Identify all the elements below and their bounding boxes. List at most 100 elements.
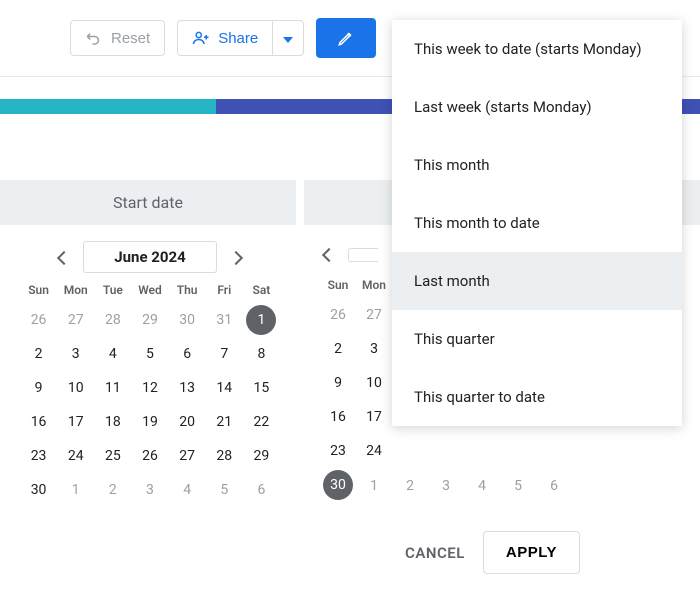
day-cell[interactable]: 14 — [206, 373, 243, 403]
dow-cell: Mon — [57, 283, 94, 297]
day-cell[interactable]: 10 — [356, 368, 392, 398]
month-select-right[interactable] — [348, 248, 378, 262]
day-cell[interactable]: 5 — [131, 339, 168, 369]
day-cell[interactable]: 20 — [169, 407, 206, 437]
day-cell[interactable]: 5 — [206, 475, 243, 505]
day-cell[interactable]: 6 — [536, 471, 572, 501]
caret-down-icon — [283, 30, 293, 47]
reset-button[interactable]: Reset — [70, 20, 165, 56]
day-cell[interactable]: 6 — [243, 475, 280, 505]
day-cell[interactable]: 12 — [131, 373, 168, 403]
day-cell[interactable]: 16 — [20, 407, 57, 437]
day-cell[interactable]: 25 — [94, 441, 131, 471]
dow-cell: Fri — [206, 283, 243, 297]
share-button[interactable]: Share — [177, 20, 273, 56]
day-cell[interactable]: 30 — [169, 305, 206, 335]
person-add-icon — [192, 29, 210, 47]
day-cell[interactable]: 26 — [320, 300, 356, 330]
day-cell[interactable]: 8 — [243, 339, 280, 369]
day-cell[interactable]: 2 — [20, 339, 57, 369]
day-cell[interactable]: 28 — [94, 305, 131, 335]
preset-menu-item[interactable]: This month — [392, 136, 682, 194]
preset-menu-item[interactable]: This week to date (starts Monday) — [392, 20, 682, 78]
day-cell[interactable]: 17 — [57, 407, 94, 437]
day-cell[interactable]: 9 — [320, 368, 356, 398]
preset-menu-item[interactable]: This quarter to date — [392, 368, 682, 426]
prev-month-left[interactable] — [55, 244, 73, 271]
day-cell[interactable]: 3 — [428, 471, 464, 501]
reset-label: Reset — [111, 30, 150, 47]
day-cell[interactable]: 2 — [320, 334, 356, 364]
day-cell[interactable]: 4 — [94, 339, 131, 369]
share-button-group: Share — [177, 20, 304, 56]
day-cell[interactable]: 29 — [243, 441, 280, 471]
preset-menu-item[interactable]: This quarter — [392, 310, 682, 368]
dow-cell: Thu — [169, 283, 206, 297]
day-cell[interactable]: 22 — [243, 407, 280, 437]
prev-month-right[interactable] — [320, 241, 338, 268]
day-cell[interactable]: 24 — [57, 441, 94, 471]
band-teal — [0, 99, 216, 114]
picker-actions: CANCEL APPLY — [0, 501, 700, 574]
day-cell[interactable]: 21 — [206, 407, 243, 437]
day-cell[interactable]: 2 — [94, 475, 131, 505]
day-cell[interactable]: 3 — [57, 339, 94, 369]
day-cell[interactable]: 30 — [20, 475, 57, 505]
day-cell[interactable]: 18 — [94, 407, 131, 437]
calendar-grid-left: 2627282930311234567891011121314151617181… — [20, 305, 280, 505]
day-cell[interactable]: 31 — [206, 305, 243, 335]
next-month-left[interactable] — [227, 244, 245, 271]
apply-button[interactable]: APPLY — [483, 531, 580, 574]
preset-menu-item[interactable]: Last month — [392, 252, 682, 310]
month-select-left[interactable]: June 2024 — [83, 241, 216, 273]
day-cell[interactable]: 7 — [206, 339, 243, 369]
edit-button[interactable] — [316, 18, 376, 58]
day-cell[interactable]: 27 — [169, 441, 206, 471]
dow-cell: Sun — [320, 278, 356, 292]
day-cell[interactable]: 27 — [57, 305, 94, 335]
day-cell[interactable]: 3 — [131, 475, 168, 505]
day-cell[interactable]: 11 — [94, 373, 131, 403]
share-dropdown-button[interactable] — [273, 20, 304, 56]
dow-cell: Mon — [356, 278, 392, 292]
day-cell[interactable]: 15 — [243, 373, 280, 403]
day-cell[interactable]: 9 — [20, 373, 57, 403]
dow-row-left: SunMonTueWedThuFriSat — [20, 283, 280, 297]
day-cell[interactable]: 26 — [131, 441, 168, 471]
dow-cell: Sun — [20, 283, 57, 297]
day-cell[interactable]: 4 — [464, 471, 500, 501]
day-cell[interactable]: 3 — [356, 334, 392, 364]
day-cell[interactable]: 1 — [57, 475, 94, 505]
day-cell[interactable]: 16 — [320, 402, 356, 432]
day-cell[interactable]: 5 — [500, 471, 536, 501]
day-cell[interactable]: 2 — [392, 471, 428, 501]
calendar-left-head: June 2024 — [20, 241, 280, 273]
start-date-header: Start date — [0, 180, 296, 225]
calendar-right-head — [320, 241, 400, 268]
day-cell[interactable]: 23 — [320, 436, 356, 466]
undo-icon — [85, 29, 103, 47]
dow-cell: Sat — [243, 283, 280, 297]
day-cell[interactable]: 28 — [206, 441, 243, 471]
calendar-grid-right: 2627239101617232430 — [320, 300, 400, 500]
preset-menu-item[interactable]: This month to date — [392, 194, 682, 252]
day-cell-selected[interactable]: 30 — [323, 470, 353, 500]
day-cell[interactable]: 23 — [20, 441, 57, 471]
day-cell[interactable]: 1 — [356, 471, 392, 501]
dow-row-right: SunMon — [320, 278, 400, 292]
day-cell[interactable]: 17 — [356, 402, 392, 432]
day-cell-selected[interactable]: 1 — [246, 305, 276, 335]
day-cell[interactable]: 10 — [57, 373, 94, 403]
day-cell[interactable]: 4 — [169, 475, 206, 505]
day-cell[interactable]: 27 — [356, 300, 392, 330]
preset-menu-item[interactable]: Last week (starts Monday) — [392, 78, 682, 136]
day-cell[interactable]: 6 — [169, 339, 206, 369]
day-cell[interactable]: 13 — [169, 373, 206, 403]
day-cell[interactable]: 19 — [131, 407, 168, 437]
pencil-icon — [337, 29, 355, 47]
day-cell[interactable]: 26 — [20, 305, 57, 335]
share-label: Share — [218, 30, 258, 47]
day-cell[interactable]: 24 — [356, 436, 392, 466]
cancel-button[interactable]: CANCEL — [405, 544, 465, 562]
day-cell[interactable]: 29 — [131, 305, 168, 335]
